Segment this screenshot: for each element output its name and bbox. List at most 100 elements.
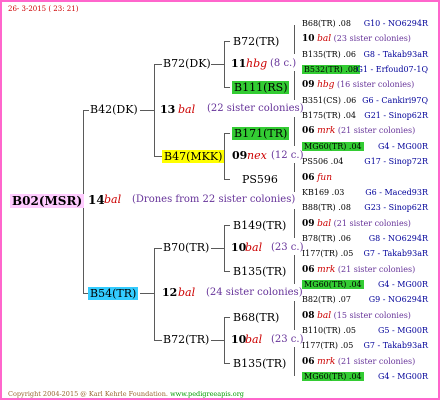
pedigree-frame: 26- 3-2015 ( 23: 21) B02(MSR) 14 bal (Dr… [0,0,440,400]
note-b54: (24 sister colonies) [206,287,303,298]
note: (21 sister colonies) [337,265,416,274]
connector [294,347,295,376]
connector [224,225,230,226]
drone-summary-row: 06 mrk (21 sister colonies) [302,127,415,136]
queen-l3-5[interactable]: B149(TR) [233,220,286,231]
origin-code: G6 - Maced93R [365,188,428,197]
gen-number: 09 [302,219,315,229]
ancestor-id[interactable]: B78(TR) .06 [302,234,351,243]
origin-code: G7 - Takab93aR [363,249,428,258]
ancestor-id[interactable]: B88(TR) .08 [302,203,351,212]
ancestor-id[interactable]: B175(TR) .04 [302,111,356,120]
queen-b72dk[interactable]: B72(DK) [163,58,211,69]
ancestor-id[interactable]: B532(TR) .08 [302,65,361,74]
origin-code: G4 - MG00R [377,142,428,151]
gen-number: 06 [302,357,315,367]
queen-l3-2[interactable]: B111(RS) [232,81,290,94]
note: (21 sister colonies) [337,357,416,366]
gen-number: 08 [302,311,315,321]
mark-b47mkk: nex [247,149,267,162]
ancestor-id[interactable]: I177(TR) .05 [302,341,353,350]
ancestor-id[interactable]: B110(TR) .05 [302,326,356,335]
queen-l3-8[interactable]: B135(TR) [233,358,286,369]
ancestor-id[interactable]: B82(TR) .07 [302,295,351,304]
connector [83,110,89,111]
ancestor-id[interactable]: MG60(TR) .04 [302,142,364,151]
gen-b54: 12 [162,286,178,299]
connector [224,363,230,364]
ancestor-id[interactable]: B351(CS) .06 [302,96,356,105]
mark: bal [317,34,332,44]
root-gen: 14 [88,193,105,207]
note-b72dk: (8 c.) [270,58,297,69]
origin-code: G4 - MG00R [377,280,428,289]
connector [294,209,295,238]
note-b42: (22 sister colonies) [207,103,304,114]
queen-b54[interactable]: B54(TR) [88,287,139,300]
drone-summary-row: 09 hbg (16 sister colonies) [302,81,414,90]
gen-number: 06 [302,265,315,275]
connector [294,255,295,284]
connector [294,163,295,192]
root-note: (Drones from 22 sister colonies) [132,194,296,205]
mark: mrk [317,126,336,136]
mark-b72dk: hbg [246,57,268,70]
ancestor-id[interactable]: I177(TR) .05 [302,249,353,258]
gen-b42: 13 [160,103,176,116]
connector [294,117,295,146]
mark: fun [317,173,333,183]
origin-code: G21 - Sinop62R [364,111,428,120]
ancestor-id[interactable]: MG60(TR) .04 [302,280,364,289]
queen-b42[interactable]: B42(DK) [90,104,138,115]
gen-number: 06 [302,126,315,136]
origin-code: G10 - NO6294R [363,19,428,28]
gen-b47mkk: 09 [232,149,248,162]
queen-l3-7[interactable]: B68(TR) [233,312,279,323]
origin-code: G5 - MG00R [377,326,428,335]
connector [211,64,225,65]
note-b70tr: (23 c.) [271,242,304,253]
queen-l3-4[interactable]: PS596 [242,174,278,185]
origin-code: G9 - NO6294R [368,295,428,304]
mark: bal [317,219,332,229]
connector [154,248,162,249]
drone-summary-row: 06 mrk (21 sister colonies) [302,266,415,275]
mark-b54: bal [178,286,196,299]
drone-summary-row: 06 mrk (21 sister colonies) [302,358,415,367]
origin-code: G23 - Sinop62R [364,203,428,212]
gen-b72dk: 11 [231,57,247,70]
connector [154,64,162,65]
mark: hbg [317,80,335,90]
queen-b70tr[interactable]: B70(TR) [163,242,209,253]
connector [211,340,225,341]
gen-number: 09 [302,80,315,90]
origin-code: G8 - Takab93aR [363,50,428,59]
queen-b47mkk[interactable]: B47(MKK) [162,150,225,163]
note: (16 sister colonies) [336,80,415,89]
origin-code: G8 - NO6294R [368,234,428,243]
ancestor-id[interactable]: KB169 .03 [302,188,344,197]
date-stamp: 26- 3-2015 ( 23: 21) [8,5,79,13]
ancestor-id[interactable]: B135(TR) .06 [302,50,356,59]
connector [224,271,230,272]
connector [294,301,295,330]
mark: mrk [317,265,336,275]
connector [140,293,155,294]
queen-l3-1[interactable]: B72(TR) [233,36,279,47]
origin-code: G17 - Sinop72R [364,157,428,166]
ancestor-id[interactable]: PS506 .04 [302,157,343,166]
gen-number: 10 [302,34,315,44]
origin-code: G7 - Takab93aR [363,341,428,350]
ancestor-id[interactable]: MG60(TR) .04 [302,372,364,381]
connector [224,133,230,134]
connector [224,317,230,318]
queen-l3-6[interactable]: B135(TR) [233,266,286,277]
ancestor-id[interactable]: B68(TR) .08 [302,19,351,28]
queen-b72tr[interactable]: B72(TR) [163,334,209,345]
queen-l3-3[interactable]: B171(TR) [232,127,290,140]
root-queen[interactable]: B02(MSR) [10,194,85,208]
origin-code: G1 - Erfoud07-1Q [356,65,428,74]
connector [224,179,230,180]
connector [294,71,295,100]
connector [154,156,162,157]
